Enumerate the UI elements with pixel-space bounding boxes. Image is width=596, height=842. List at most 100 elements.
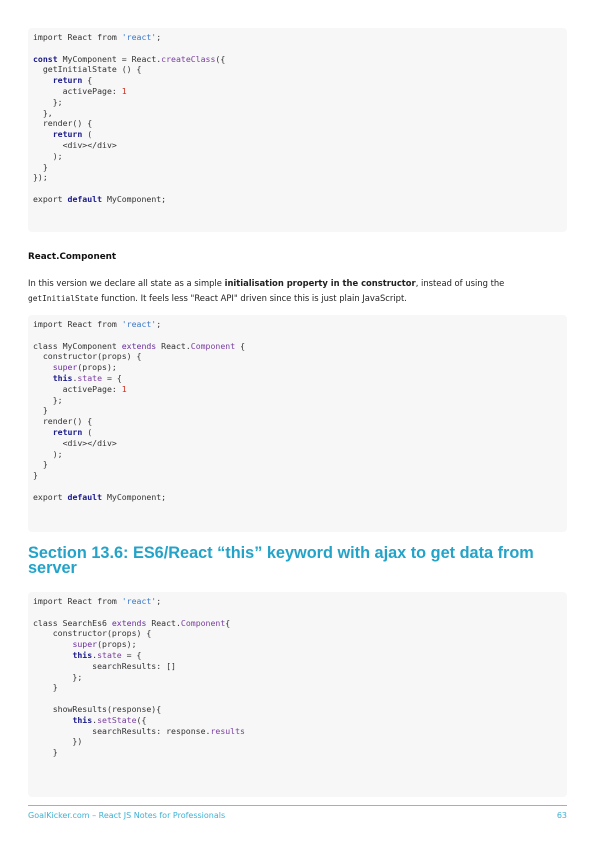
code-token: MyComponent; bbox=[102, 491, 167, 502]
code-line: constructor(props) { bbox=[33, 628, 567, 639]
code-token: extends bbox=[121, 340, 157, 351]
code-token: ; bbox=[156, 32, 162, 42]
code-token: render() { bbox=[33, 416, 93, 427]
code-token: (props); bbox=[97, 639, 137, 650]
paragraph-inline-code: getInitialState bbox=[28, 294, 99, 304]
code-token: searchResults: response. bbox=[33, 725, 211, 736]
footer-divider bbox=[28, 805, 567, 806]
code-line: showResults(response){ bbox=[33, 704, 567, 715]
code-token: ); bbox=[33, 150, 63, 161]
code-token: }; bbox=[33, 671, 83, 682]
code-token: MyComponent; bbox=[102, 193, 167, 204]
code-token: { bbox=[82, 75, 93, 86]
code-token: render() { bbox=[33, 118, 93, 129]
code-token: = { bbox=[121, 649, 142, 660]
code-line: }; bbox=[33, 672, 567, 683]
code-line: export default MyComponent; bbox=[33, 492, 567, 503]
code-token: setState bbox=[97, 714, 137, 725]
code-token: } bbox=[33, 161, 48, 172]
code-token: export bbox=[33, 193, 68, 204]
paragraph-text-1: In this version we declare all state as … bbox=[28, 278, 225, 288]
code-line: }, bbox=[33, 108, 567, 119]
code-line: }; bbox=[33, 395, 567, 406]
code-token: Component bbox=[190, 340, 236, 351]
code-token: export bbox=[33, 491, 68, 502]
code-token: class SearchEs6 bbox=[33, 617, 112, 628]
code-token: state bbox=[97, 649, 122, 660]
code-token: showResults(response){ bbox=[33, 703, 162, 714]
code-line: getInitialState () { bbox=[33, 64, 567, 75]
code-token: return bbox=[52, 426, 83, 437]
code-line: <div></div> bbox=[33, 438, 567, 449]
code-line: } bbox=[33, 162, 567, 173]
code-line: <div></div> bbox=[33, 140, 567, 151]
code-block-search-es6: import React from 'react'; class SearchEs… bbox=[28, 592, 567, 797]
code-block-create-class: import React from 'react'; const MyCompon… bbox=[28, 28, 567, 232]
code-token: } bbox=[33, 682, 58, 693]
code-line: import React from 'react'; bbox=[33, 596, 567, 607]
code-token: { bbox=[225, 617, 231, 628]
subheading-react-component: React.Component bbox=[28, 252, 117, 262]
code-token: this bbox=[52, 372, 73, 383]
code-line: const MyComponent = React.createClass({ bbox=[33, 54, 567, 65]
code-token: results bbox=[210, 725, 245, 736]
code-line: class SearchEs6 extends React.Component{ bbox=[33, 618, 567, 629]
code-token: ; bbox=[156, 596, 162, 606]
code-token: constructor(props) { bbox=[33, 351, 142, 362]
code-line: return { bbox=[33, 75, 567, 86]
code-token: } bbox=[33, 459, 48, 470]
code-token: (props); bbox=[77, 362, 117, 373]
page-number: 63 bbox=[556, 811, 567, 820]
code-token: = { bbox=[102, 372, 122, 383]
code-line: }); bbox=[33, 172, 567, 183]
code-token: return bbox=[52, 75, 83, 86]
code-token: extends bbox=[111, 617, 147, 628]
code-line: super(props); bbox=[33, 362, 567, 373]
code-line: } bbox=[33, 747, 567, 758]
code-token: createClass bbox=[161, 53, 216, 64]
code-token: ({ bbox=[136, 714, 147, 725]
code-block-react-component: import React from 'react'; class MyCompon… bbox=[28, 315, 567, 532]
code-token: }, bbox=[33, 107, 53, 118]
code-token: state bbox=[77, 372, 103, 383]
code-token: return bbox=[52, 129, 83, 140]
code-line: } bbox=[33, 405, 567, 416]
code-token: }; bbox=[33, 394, 63, 405]
code-token: ); bbox=[33, 448, 63, 459]
code-token: 'react' bbox=[121, 319, 157, 329]
code-token: } bbox=[33, 747, 58, 758]
code-line: }) bbox=[33, 736, 567, 747]
code-line: searchResults: response.results bbox=[33, 726, 567, 737]
code-token: 1 bbox=[121, 85, 127, 96]
code-token: ( bbox=[82, 426, 93, 437]
code-token: default bbox=[67, 491, 103, 502]
code-token: }; bbox=[33, 96, 63, 107]
code-token: React. bbox=[146, 617, 181, 628]
code-token: MyComponent = React. bbox=[57, 53, 162, 64]
code-token: 'react' bbox=[121, 32, 157, 42]
code-line: activePage: 1 bbox=[33, 384, 567, 395]
section-title: Section 13.6: ES6/React “this” keyword w… bbox=[28, 544, 534, 577]
code-line: class MyComponent extends React.Componen… bbox=[33, 341, 567, 352]
code-token: this bbox=[72, 714, 93, 725]
code-token: constructor(props) { bbox=[33, 628, 152, 639]
code-line: this.setState({ bbox=[33, 715, 567, 726]
code-line: return ( bbox=[33, 129, 567, 140]
code-token: } bbox=[33, 470, 38, 481]
code-line: }; bbox=[33, 97, 567, 108]
code-token: <div></div> bbox=[33, 139, 117, 150]
code-line: constructor(props) { bbox=[33, 351, 567, 362]
